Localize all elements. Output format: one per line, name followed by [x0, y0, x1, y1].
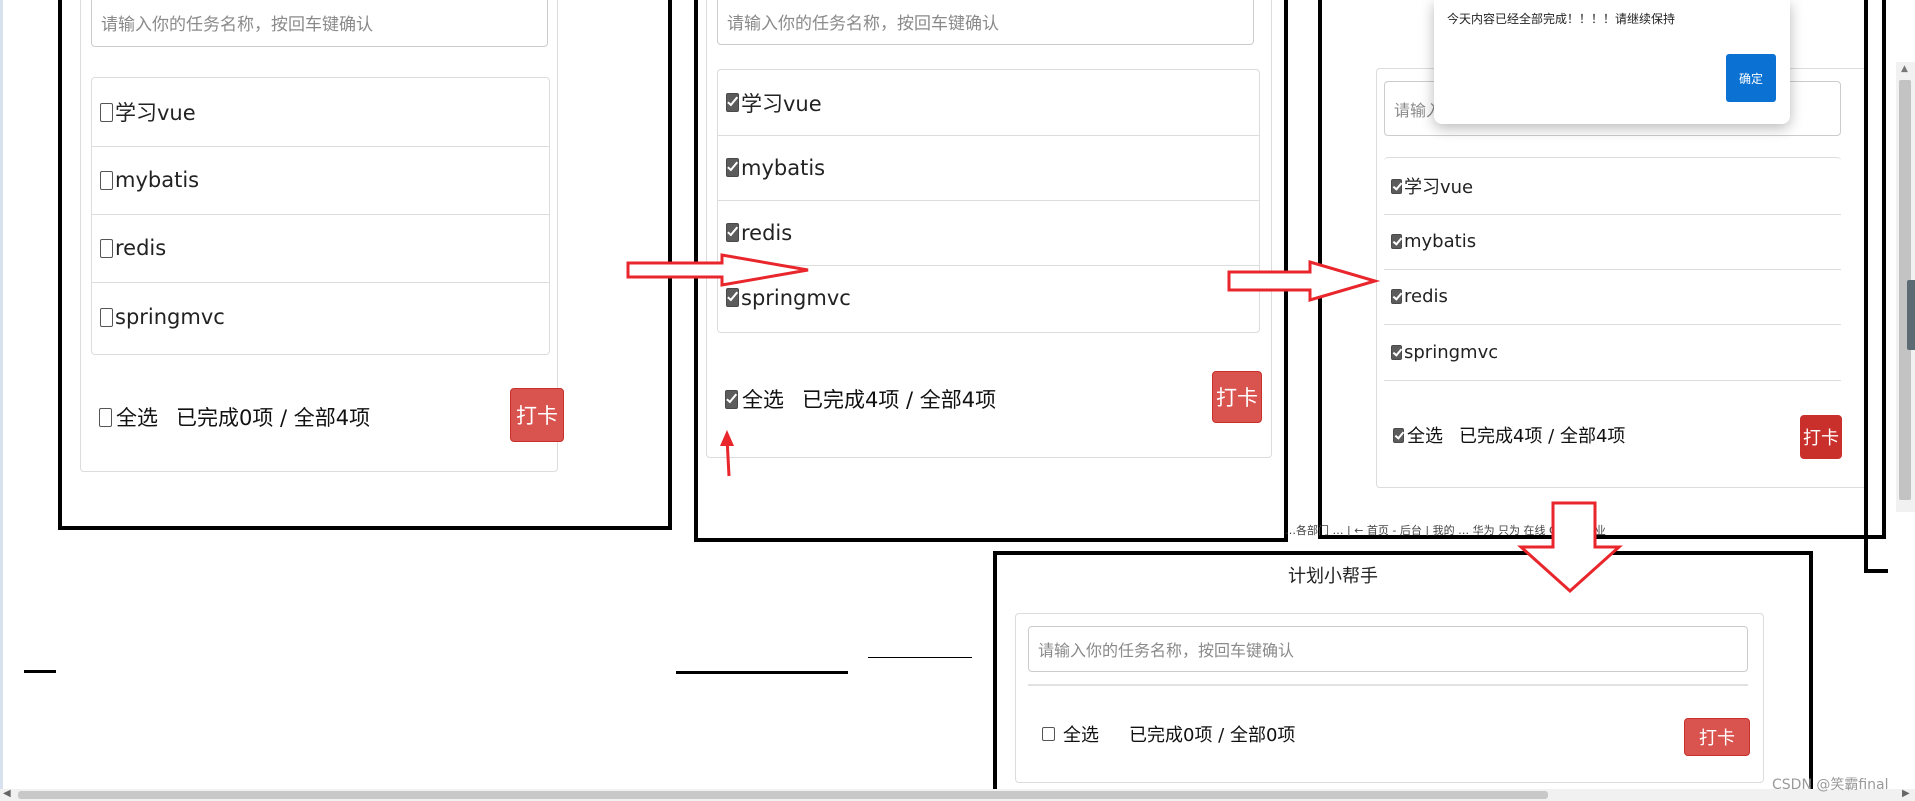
arrow-down-icon: [1517, 501, 1623, 594]
arrow-right-icon: [1227, 259, 1381, 303]
screenshot-collage: 请输入你的任务名称，按回车键确认 学习vue mybatis redis spr…: [0, 0, 1915, 801]
pointer-arrowhead-icon: [720, 430, 734, 446]
arrow-right-icon: [626, 253, 809, 287]
annotation-arrows: [626, 253, 1623, 594]
